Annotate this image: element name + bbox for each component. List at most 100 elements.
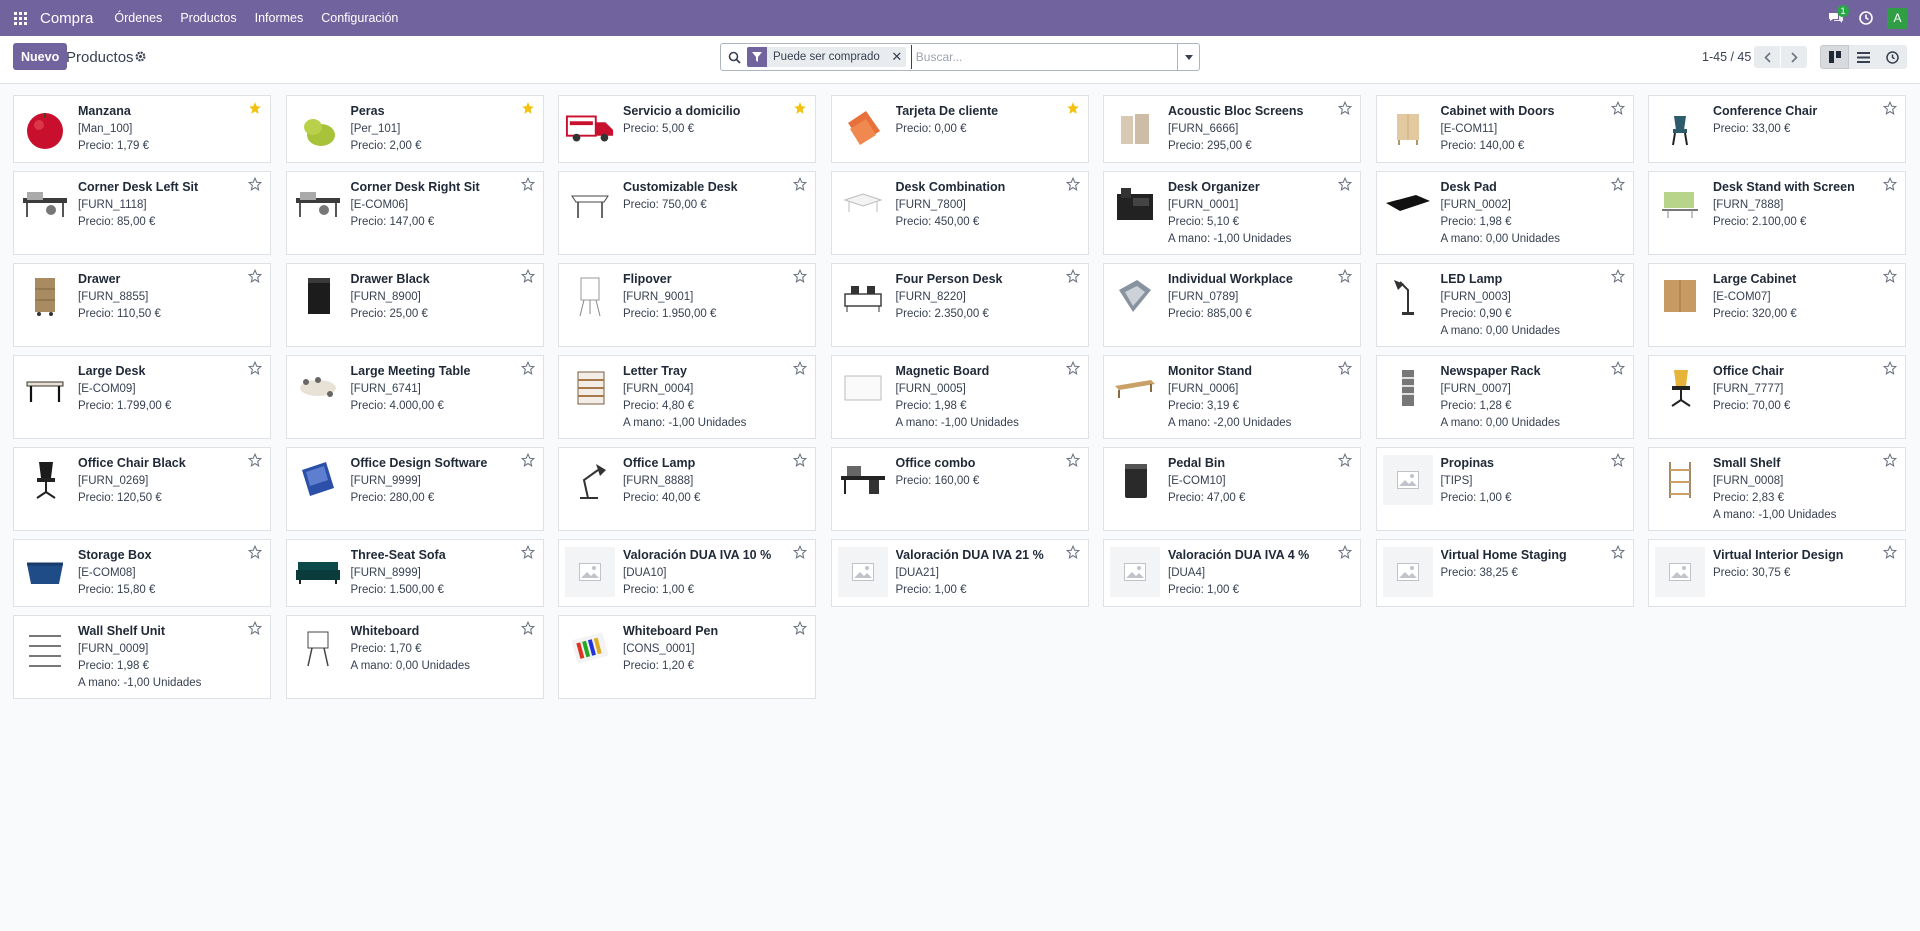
- product-card[interactable]: Three-Seat Sofa [FURN_8999] Precio: 1.500,…: [285, 539, 544, 607]
- product-card[interactable]: Virtual Interior Design Precio: 30,75 €: [1648, 539, 1906, 607]
- menu-informes[interactable]: Informes: [246, 0, 313, 36]
- activity-clock-icon[interactable]: [1851, 0, 1881, 36]
- star-outline-icon[interactable]: [247, 452, 264, 469]
- product-card[interactable]: Office Chair [FURN_7777] Precio: 70,00 €: [1648, 355, 1906, 439]
- star-outline-icon[interactable]: [1337, 544, 1354, 561]
- star-outline-icon[interactable]: [792, 452, 809, 469]
- star-outline-icon[interactable]: [1065, 360, 1082, 377]
- product-card[interactable]: Desk Pad [FURN_0002] Precio: 1,98 € A mano:…: [1375, 171, 1634, 255]
- remove-facet-icon[interactable]: ✕: [888, 47, 906, 67]
- product-card[interactable]: Virtual Home Staging Precio: 38,25 €: [1375, 539, 1634, 607]
- star-outline-icon[interactable]: [520, 544, 537, 561]
- star-outline-icon[interactable]: [1610, 360, 1627, 377]
- product-card[interactable]: Customizable Desk Precio: 750,00 €: [558, 171, 816, 255]
- star-outline-icon[interactable]: [1882, 268, 1899, 285]
- search-options-toggle[interactable]: [1177, 44, 1199, 70]
- product-card[interactable]: Flipover [FURN_9001] Precio: 1.950,00 €: [558, 263, 816, 347]
- product-card[interactable]: Magnetic Board [FURN_0005] Precio: 1,98 € A…: [830, 355, 1089, 439]
- star-outline-icon[interactable]: [247, 544, 264, 561]
- star-outline-icon[interactable]: [247, 620, 264, 637]
- product-card[interactable]: LED Lamp [FURN_0003] Precio: 0,90 € A mano:…: [1375, 263, 1634, 347]
- star-outline-icon[interactable]: [1882, 544, 1899, 561]
- product-card[interactable]: Cabinet with Doors [E-COM11] Precio: 140,0…: [1375, 95, 1634, 163]
- star-outline-icon[interactable]: [1610, 100, 1627, 117]
- product-card[interactable]: Letter Tray [FURN_0004] Precio: 4,80 € A ma…: [558, 355, 816, 439]
- star-outline-icon[interactable]: [792, 544, 809, 561]
- product-card[interactable]: Whiteboard Pen [CONS_0001] Precio: 1,20 €: [558, 615, 816, 699]
- kanban-view-button[interactable]: [1820, 45, 1849, 69]
- star-outline-icon[interactable]: [792, 360, 809, 377]
- product-card[interactable]: Wall Shelf Unit [FURN_0009] Precio: 1,98 €…: [13, 615, 271, 699]
- product-card[interactable]: Large Desk [E-COM09] Precio: 1.799,00 €: [13, 355, 271, 439]
- pager-value[interactable]: 1-45 / 45: [1702, 50, 1751, 64]
- product-card[interactable]: Individual Workplace [FURN_0789] Precio: 8…: [1103, 263, 1361, 347]
- product-card[interactable]: Desk Combination [FURN_7800] Precio: 450,0…: [830, 171, 1089, 255]
- star-outline-icon[interactable]: [520, 452, 537, 469]
- pager-previous-button[interactable]: [1754, 46, 1780, 68]
- star-outline-icon[interactable]: [247, 268, 264, 285]
- gear-icon[interactable]: [132, 48, 148, 64]
- product-card[interactable]: Corner Desk Right Sit [E-COM06] Precio: 14…: [285, 171, 544, 255]
- product-card[interactable]: Acoustic Bloc Screens [FURN_6666] Precio: …: [1103, 95, 1361, 163]
- star-outline-icon[interactable]: [1610, 176, 1627, 193]
- star-filled-icon[interactable]: [1066, 101, 1082, 117]
- chat-icon[interactable]: 1: [1821, 0, 1851, 36]
- product-card[interactable]: Four Person Desk [FURN_8220] Precio: 2.350…: [830, 263, 1089, 347]
- star-outline-icon[interactable]: [247, 176, 264, 193]
- star-filled-icon[interactable]: [793, 101, 809, 117]
- menu-configuracion[interactable]: Configuración: [312, 0, 407, 36]
- page-title[interactable]: Productos: [66, 49, 134, 66]
- star-outline-icon[interactable]: [1065, 452, 1082, 469]
- star-outline-icon[interactable]: [792, 176, 809, 193]
- pager-next-button[interactable]: [1781, 46, 1807, 68]
- list-view-button[interactable]: [1849, 45, 1878, 69]
- star-outline-icon[interactable]: [247, 360, 264, 377]
- product-card[interactable]: Servicio a domicilio Precio: 5,00 €: [558, 95, 816, 163]
- product-card[interactable]: Valoración DUA IVA 4 % [DUA4] Precio: 1,00…: [1103, 539, 1361, 607]
- star-outline-icon[interactable]: [792, 268, 809, 285]
- product-card[interactable]: Valoración DUA IVA 21 % [DUA21] Precio: 1,…: [830, 539, 1089, 607]
- star-outline-icon[interactable]: [1610, 544, 1627, 561]
- product-card[interactable]: Newspaper Rack [FURN_0007] Precio: 1,28 € A…: [1375, 355, 1634, 439]
- star-outline-icon[interactable]: [520, 176, 537, 193]
- star-outline-icon[interactable]: [1065, 544, 1082, 561]
- product-card[interactable]: Peras [Per_101] Precio: 2,00 €: [285, 95, 544, 163]
- menu-productos[interactable]: Productos: [171, 0, 245, 36]
- star-outline-icon[interactable]: [792, 620, 809, 637]
- product-card[interactable]: Monitor Stand [FURN_0006] Precio: 3,19 € A …: [1103, 355, 1361, 439]
- star-outline-icon[interactable]: [1882, 100, 1899, 117]
- user-avatar[interactable]: A: [1887, 7, 1908, 29]
- star-outline-icon[interactable]: [1882, 176, 1899, 193]
- product-card[interactable]: Conference Chair Precio: 33,00 €: [1648, 95, 1906, 163]
- search-icon[interactable]: [721, 44, 747, 70]
- star-outline-icon[interactable]: [1065, 268, 1082, 285]
- product-card[interactable]: Whiteboard Precio: 1,70 € A mano: 0,00 Uni…: [285, 615, 544, 699]
- product-card[interactable]: Office Chair Black [FURN_0269] Precio: 120…: [13, 447, 271, 531]
- product-card[interactable]: Pedal Bin [E-COM10] Precio: 47,00 €: [1103, 447, 1361, 531]
- product-card[interactable]: Propinas [TIPS] Precio: 1,00 €: [1375, 447, 1634, 531]
- app-name[interactable]: Compra: [40, 10, 93, 27]
- product-card[interactable]: Drawer [FURN_8855] Precio: 110,50 €: [13, 263, 271, 347]
- product-card[interactable]: Large Cabinet [E-COM07] Precio: 320,00 €: [1648, 263, 1906, 347]
- product-card[interactable]: Valoración DUA IVA 10 % [DUA10] Precio: 1,…: [558, 539, 816, 607]
- product-card[interactable]: Storage Box [E-COM08] Precio: 15,80 €: [13, 539, 271, 607]
- star-outline-icon[interactable]: [1337, 452, 1354, 469]
- star-outline-icon[interactable]: [1337, 268, 1354, 285]
- product-card[interactable]: Manzana [Man_100] Precio: 1,79 €: [13, 95, 271, 163]
- menu-ordenes[interactable]: Órdenes: [105, 0, 171, 36]
- star-outline-icon[interactable]: [1610, 452, 1627, 469]
- product-card[interactable]: Office Design Software [FURN_9999] Precio:…: [285, 447, 544, 531]
- star-outline-icon[interactable]: [1882, 360, 1899, 377]
- star-outline-icon[interactable]: [1065, 176, 1082, 193]
- star-filled-icon[interactable]: [248, 101, 264, 117]
- product-card[interactable]: Office combo Precio: 160,00 €: [830, 447, 1089, 531]
- search-input[interactable]: [910, 45, 1177, 69]
- product-card[interactable]: Corner Desk Left Sit [FURN_1118] Precio: 8…: [13, 171, 271, 255]
- star-outline-icon[interactable]: [520, 620, 537, 637]
- star-outline-icon[interactable]: [1337, 176, 1354, 193]
- product-card[interactable]: Office Lamp [FURN_8888] Precio: 40,00 €: [558, 447, 816, 531]
- star-outline-icon[interactable]: [520, 268, 537, 285]
- apps-menu-icon[interactable]: [0, 0, 40, 36]
- star-outline-icon[interactable]: [1882, 452, 1899, 469]
- star-filled-icon[interactable]: [521, 101, 537, 117]
